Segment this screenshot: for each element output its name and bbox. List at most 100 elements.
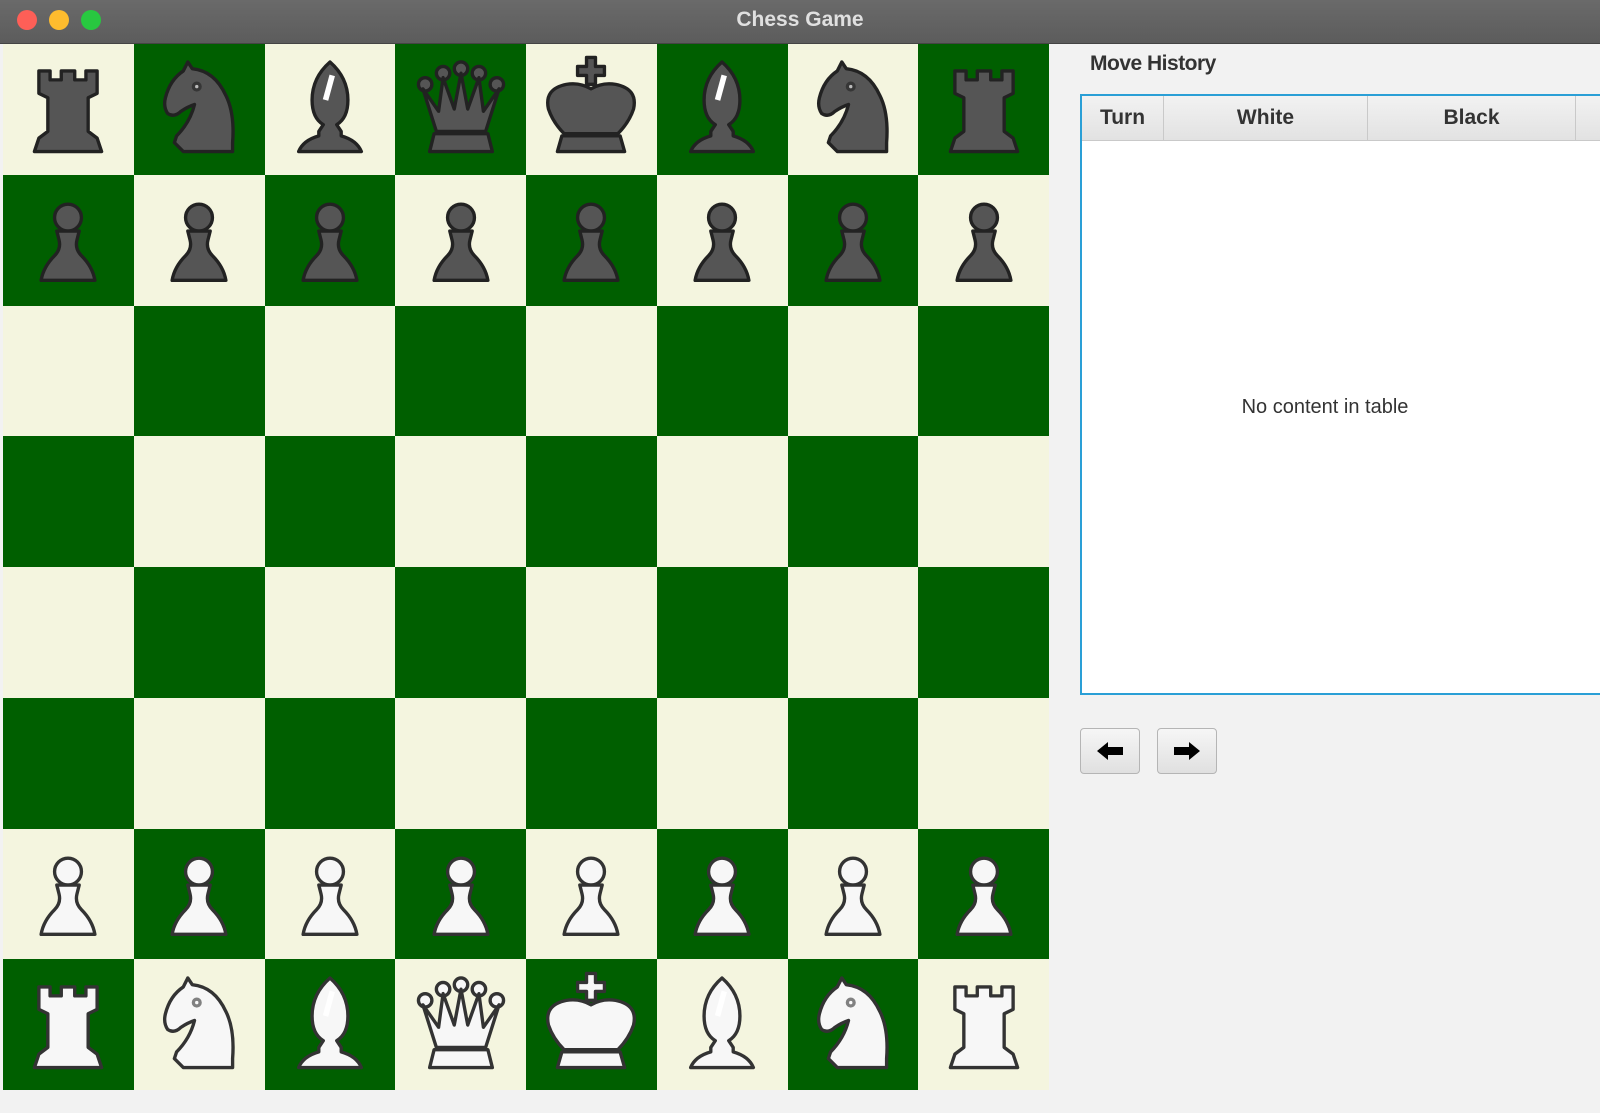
column-header-turn[interactable]: Turn xyxy=(1082,96,1164,140)
square-c5[interactable] xyxy=(264,436,396,567)
square-a7[interactable] xyxy=(3,174,134,306)
black-pawn-icon[interactable] xyxy=(12,184,124,296)
square-g6[interactable] xyxy=(787,305,919,437)
square-f3[interactable] xyxy=(656,697,788,829)
square-b4[interactable] xyxy=(133,567,265,698)
black-knight-icon[interactable] xyxy=(143,53,255,165)
white-king-icon[interactable] xyxy=(535,969,647,1081)
square-c6[interactable] xyxy=(264,305,396,437)
square-f2[interactable] xyxy=(656,828,788,960)
square-f1[interactable] xyxy=(656,959,788,1090)
white-pawn-icon[interactable] xyxy=(405,838,517,950)
square-h1[interactable] xyxy=(918,959,1049,1090)
square-b7[interactable] xyxy=(133,174,265,306)
black-pawn-icon[interactable] xyxy=(797,184,909,296)
black-pawn-icon[interactable] xyxy=(928,184,1040,296)
black-king-icon[interactable] xyxy=(535,53,647,165)
square-c4[interactable] xyxy=(264,567,396,698)
square-b1[interactable] xyxy=(133,959,265,1090)
square-a5[interactable] xyxy=(3,436,134,567)
black-knight-icon[interactable] xyxy=(797,53,909,165)
square-h3[interactable] xyxy=(918,697,1049,829)
black-pawn-icon[interactable] xyxy=(274,184,386,296)
square-h5[interactable] xyxy=(918,436,1049,567)
square-a3[interactable] xyxy=(3,697,134,829)
square-b6[interactable] xyxy=(133,305,265,437)
black-pawn-icon[interactable] xyxy=(143,184,255,296)
square-b8[interactable] xyxy=(133,44,265,175)
square-e2[interactable] xyxy=(526,828,657,960)
white-rook-icon[interactable] xyxy=(928,969,1040,1081)
column-header-white[interactable]: White xyxy=(1164,96,1368,140)
move-history-table[interactable]: Turn White Black No content in table xyxy=(1080,94,1600,695)
square-a4[interactable] xyxy=(3,567,134,698)
square-f7[interactable] xyxy=(656,174,788,306)
white-bishop-icon[interactable] xyxy=(274,969,386,1081)
white-pawn-icon[interactable] xyxy=(274,838,386,950)
black-pawn-icon[interactable] xyxy=(666,184,778,296)
white-pawn-icon[interactable] xyxy=(535,838,647,950)
white-rook-icon[interactable] xyxy=(12,969,124,1081)
square-b5[interactable] xyxy=(133,436,265,567)
black-bishop-icon[interactable] xyxy=(274,53,386,165)
square-e7[interactable] xyxy=(526,174,657,306)
square-d7[interactable] xyxy=(395,174,526,306)
square-g4[interactable] xyxy=(787,567,919,698)
column-header-black[interactable]: Black xyxy=(1368,96,1576,140)
square-d2[interactable] xyxy=(395,828,526,960)
white-pawn-icon[interactable] xyxy=(12,838,124,950)
white-knight-icon[interactable] xyxy=(143,969,255,1081)
square-d3[interactable] xyxy=(395,697,526,829)
square-d4[interactable] xyxy=(395,567,526,698)
white-pawn-icon[interactable] xyxy=(797,838,909,950)
square-d8[interactable] xyxy=(395,44,526,175)
square-f6[interactable] xyxy=(656,305,788,437)
black-queen-icon[interactable] xyxy=(405,53,517,165)
square-c8[interactable] xyxy=(264,44,396,175)
square-a1[interactable] xyxy=(3,959,134,1090)
square-h6[interactable] xyxy=(918,305,1049,437)
black-pawn-icon[interactable] xyxy=(535,184,647,296)
square-a6[interactable] xyxy=(3,305,134,437)
square-g5[interactable] xyxy=(787,436,919,567)
square-b2[interactable] xyxy=(133,828,265,960)
square-g2[interactable] xyxy=(787,828,919,960)
square-e8[interactable] xyxy=(526,44,657,175)
square-g7[interactable] xyxy=(787,174,919,306)
square-f5[interactable] xyxy=(656,436,788,567)
square-c1[interactable] xyxy=(264,959,396,1090)
square-a2[interactable] xyxy=(3,828,134,960)
white-pawn-icon[interactable] xyxy=(143,838,255,950)
square-c3[interactable] xyxy=(264,697,396,829)
square-c7[interactable] xyxy=(264,174,396,306)
square-f8[interactable] xyxy=(656,44,788,175)
square-d5[interactable] xyxy=(395,436,526,567)
square-h8[interactable] xyxy=(918,44,1049,175)
white-queen-icon[interactable] xyxy=(405,969,517,1081)
square-g1[interactable] xyxy=(787,959,919,1090)
next-move-button[interactable] xyxy=(1157,728,1217,774)
square-h7[interactable] xyxy=(918,174,1049,306)
square-h4[interactable] xyxy=(918,567,1049,698)
square-e5[interactable] xyxy=(526,436,657,567)
black-rook-icon[interactable] xyxy=(928,53,1040,165)
white-pawn-icon[interactable] xyxy=(666,838,778,950)
square-d1[interactable] xyxy=(395,959,526,1090)
square-e4[interactable] xyxy=(526,567,657,698)
square-d6[interactable] xyxy=(395,305,526,437)
square-g8[interactable] xyxy=(787,44,919,175)
square-e6[interactable] xyxy=(526,305,657,437)
square-e1[interactable] xyxy=(526,959,657,1090)
square-c2[interactable] xyxy=(264,828,396,960)
white-knight-icon[interactable] xyxy=(797,969,909,1081)
square-a8[interactable] xyxy=(3,44,134,175)
square-g3[interactable] xyxy=(787,697,919,829)
square-h2[interactable] xyxy=(918,828,1049,960)
square-b3[interactable] xyxy=(133,697,265,829)
square-e3[interactable] xyxy=(526,697,657,829)
white-pawn-icon[interactable] xyxy=(928,838,1040,950)
white-bishop-icon[interactable] xyxy=(666,969,778,1081)
previous-move-button[interactable] xyxy=(1080,728,1140,774)
black-pawn-icon[interactable] xyxy=(405,184,517,296)
black-rook-icon[interactable] xyxy=(12,53,124,165)
